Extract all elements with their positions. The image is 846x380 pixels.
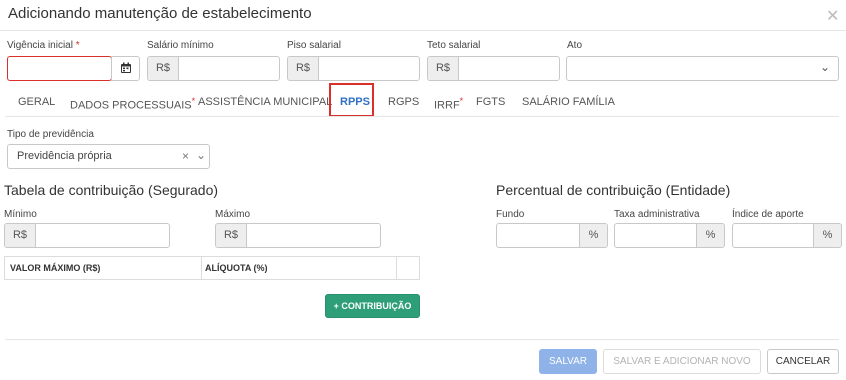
piso-salarial-field[interactable]: R$ — [287, 56, 420, 81]
taxa-administrativa-field[interactable]: % — [614, 223, 725, 248]
teto-salarial-field[interactable]: R$ — [427, 56, 560, 81]
maximo-field[interactable]: R$ — [215, 223, 381, 248]
cancel-button[interactable]: CANCELAR — [767, 349, 839, 374]
percent-suffix: % — [696, 224, 724, 247]
contribuicao-table: VALOR MÁXIMO (R$) ALÍQUOTA (%) — [4, 256, 420, 280]
indice-aporte-field[interactable]: % — [732, 223, 842, 248]
calendar-icon — [121, 62, 131, 73]
tab-assistencia-municipal[interactable]: ASSISTÊNCIA MUNICIPAL — [198, 96, 332, 108]
vigencia-label: Vigência inicial * — [7, 40, 80, 51]
tipo-previdencia-select[interactable]: Previdência própria × ⌄ — [7, 144, 210, 169]
footer-divider — [5, 339, 839, 340]
tipo-previdencia-value: Previdência própria — [17, 150, 112, 162]
segurado-section-title: Tabela de contribuição (Segurado) — [4, 182, 219, 198]
vigencia-input-box[interactable] — [7, 56, 112, 81]
salario-minimo-input[interactable] — [179, 57, 279, 80]
fundo-label: Fundo — [496, 209, 525, 220]
tab-irrf[interactable]: IRRF* — [434, 96, 463, 112]
piso-salarial-label: Piso salarial — [287, 40, 341, 51]
column-divider — [201, 257, 202, 279]
calendar-button[interactable] — [111, 56, 140, 81]
maximo-label: Máximo — [215, 209, 251, 220]
save-and-add-new-button[interactable]: SALVAR E ADICIONAR NOVO — [603, 349, 761, 374]
active-tab-highlight — [329, 83, 374, 117]
column-header-valor-maximo: VALOR MÁXIMO (R$) — [10, 263, 101, 273]
chevron-down-icon: ⌄ — [819, 60, 830, 74]
taxa-administrativa-label: Taxa administrativa — [614, 209, 700, 220]
currency-prefix: R$ — [428, 57, 459, 80]
close-icon[interactable]: ✕ — [826, 6, 839, 26]
tab-geral[interactable]: GERAL — [18, 96, 55, 108]
percent-suffix: % — [813, 224, 841, 247]
required-mark: * — [459, 96, 464, 106]
taxa-administrativa-input[interactable] — [615, 224, 696, 247]
column-header-aliquota: ALÍQUOTA (%) — [205, 263, 268, 273]
tab-dados-processuais[interactable]: DADOS PROCESSUAIS* — [70, 96, 195, 112]
salario-minimo-field[interactable]: R$ — [147, 56, 280, 81]
teto-salarial-label: Teto salarial — [427, 40, 481, 51]
maximo-input[interactable] — [247, 224, 380, 247]
tab-rgps[interactable]: RGPS — [388, 96, 419, 108]
indice-aporte-input[interactable] — [733, 224, 813, 247]
percent-suffix: % — [579, 224, 607, 247]
entidade-section-title: Percentual de contribuição (Entidade) — [496, 182, 731, 198]
ato-select[interactable]: ⌄ — [566, 56, 839, 81]
add-contribuicao-button[interactable]: + CONTRIBUIÇÃO — [325, 294, 420, 318]
currency-prefix: R$ — [5, 224, 36, 247]
save-button[interactable]: SALVAR — [539, 349, 597, 374]
tipo-previdencia-label: Tipo de previdência — [7, 129, 94, 140]
currency-prefix: R$ — [216, 224, 247, 247]
teto-salarial-input[interactable] — [459, 57, 559, 80]
currency-prefix: R$ — [148, 57, 179, 80]
modal-title: Adicionando manutenção de estabeleciment… — [8, 5, 312, 22]
ato-label: Ato — [567, 40, 583, 51]
fundo-field[interactable]: % — [496, 223, 608, 248]
vigencia-input[interactable] — [8, 57, 111, 80]
piso-salarial-input[interactable] — [319, 57, 419, 80]
minimo-label: Mínimo — [4, 209, 37, 220]
indice-aporte-label: Índice de aporte — [732, 209, 804, 220]
column-divider — [396, 257, 397, 279]
chevron-down-icon: ⌄ — [196, 148, 207, 162]
fundo-input[interactable] — [497, 224, 579, 247]
currency-prefix: R$ — [288, 57, 319, 80]
header-divider — [0, 30, 846, 31]
tab-salario-familia[interactable]: SALÁRIO FAMÍLIA — [522, 96, 615, 108]
minimo-field[interactable]: R$ — [4, 223, 170, 248]
salario-minimo-label: Salário mínimo — [147, 40, 214, 51]
required-mark: * — [191, 96, 196, 106]
tab-fgts[interactable]: FGTS — [476, 96, 505, 108]
clear-icon[interactable]: × — [182, 145, 189, 168]
minimo-input[interactable] — [36, 224, 169, 247]
tabs-divider — [5, 116, 839, 117]
